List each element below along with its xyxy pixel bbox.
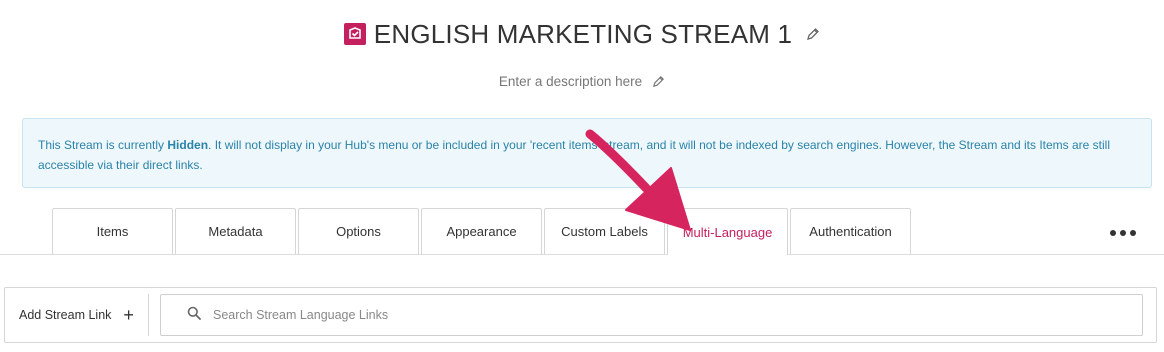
tab-multi-language[interactable]: Multi-Language: [667, 208, 788, 255]
tab-authentication[interactable]: Authentication: [790, 208, 911, 254]
notice-prefix: This Stream is currently: [38, 138, 168, 152]
tab-metadata[interactable]: Metadata: [175, 208, 296, 254]
stream-link-toolbar: Add Stream Link +: [4, 287, 1157, 343]
tab-custom-labels[interactable]: Custom Labels: [544, 208, 665, 254]
search-icon: [187, 306, 201, 325]
description-placeholder[interactable]: Enter a description here: [499, 74, 642, 89]
hidden-stream-notice: This Stream is currently Hidden. It will…: [22, 118, 1152, 188]
edit-description-pencil-icon[interactable]: [652, 75, 665, 88]
tab-appearance[interactable]: Appearance: [421, 208, 542, 254]
toolbar-divider: [148, 294, 149, 336]
page-header: ENGLISH MARKETING STREAM 1: [0, 14, 1164, 54]
edit-title-pencil-icon[interactable]: [806, 27, 820, 41]
notice-status: Hidden: [167, 138, 209, 152]
add-stream-link-button[interactable]: Add Stream Link +: [5, 288, 149, 342]
add-stream-link-label: Add Stream Link: [19, 308, 112, 322]
description-row[interactable]: Enter a description here: [0, 70, 1164, 92]
search-box[interactable]: [160, 294, 1143, 336]
page-title: ENGLISH MARKETING STREAM 1: [373, 18, 793, 49]
tabs-divider: [0, 254, 1164, 255]
search-input[interactable]: [211, 299, 1115, 331]
more-icon[interactable]: [1110, 225, 1136, 241]
tab-options[interactable]: Options: [298, 208, 419, 254]
tab-items[interactable]: Items: [52, 208, 173, 254]
plus-icon: +: [123, 305, 134, 325]
stream-icon: [343, 23, 366, 45]
